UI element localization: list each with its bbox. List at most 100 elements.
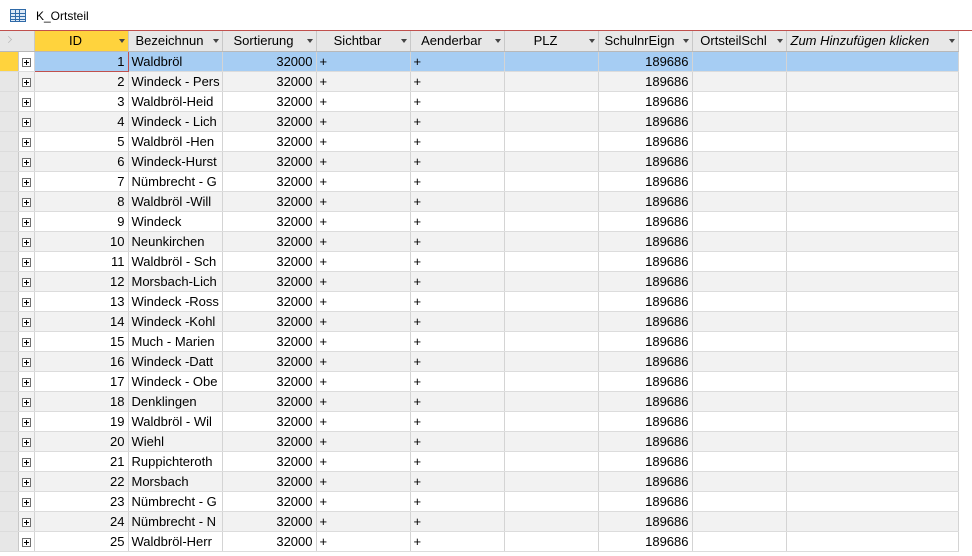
cell-plz[interactable]	[504, 111, 599, 132]
cell-plz[interactable]	[504, 491, 599, 512]
cell-schulnreign[interactable]: 189686	[598, 331, 693, 352]
cell-sichtbar[interactable]: +	[316, 391, 411, 412]
column-header-ortsteilschl[interactable]: OrtsteilSchl	[692, 31, 787, 52]
cell-schulnreign[interactable]: 189686	[598, 71, 693, 92]
cell-add-column[interactable]	[786, 511, 959, 532]
cell-aenderbar[interactable]: +	[410, 171, 505, 192]
cell-sortierung[interactable]: 32000	[222, 331, 317, 352]
cell-bezeichnung[interactable]: Neunkirchen	[128, 231, 223, 252]
cell-add-column[interactable]	[786, 91, 959, 112]
cell-sortierung[interactable]: 32000	[222, 51, 317, 72]
cell-ortsteilschl[interactable]	[692, 491, 787, 512]
expand-subdatasheet-button[interactable]	[18, 211, 35, 232]
cell-id[interactable]: 23	[34, 491, 129, 512]
cell-bezeichnung[interactable]: Morsbach	[128, 471, 223, 492]
cell-ortsteilschl[interactable]	[692, 91, 787, 112]
cell-sortierung[interactable]: 32000	[222, 431, 317, 452]
table-row[interactable]: 21 Ruppichteroth 32000 + +189686	[0, 451, 959, 472]
cell-sortierung[interactable]: 32000	[222, 91, 317, 112]
cell-aenderbar[interactable]: +	[410, 271, 505, 292]
cell-plz[interactable]	[504, 231, 599, 252]
cell-bezeichnung[interactable]: Windeck -Datt	[128, 351, 223, 372]
cell-id[interactable]: 1	[33, 50, 129, 72]
cell-add-column[interactable]	[786, 391, 959, 412]
cell-sortierung[interactable]: 32000	[222, 71, 317, 92]
cell-id[interactable]: 6	[34, 151, 129, 172]
table-row[interactable]: 18 Denklingen 32000 + +189686	[0, 391, 959, 412]
table-row[interactable]: 7 Nümbrecht - G 32000 + +189686	[0, 171, 959, 192]
column-header-sichtbar[interactable]: Sichtbar	[316, 31, 411, 52]
table-row[interactable]: 17 Windeck - Obe 32000 + +189686	[0, 371, 959, 392]
cell-add-column[interactable]	[786, 231, 959, 252]
cell-sichtbar[interactable]: +	[316, 231, 411, 252]
cell-sortierung[interactable]: 32000	[222, 351, 317, 372]
cell-add-column[interactable]	[786, 411, 959, 432]
cell-ortsteilschl[interactable]	[692, 131, 787, 152]
table-row[interactable]: 20 Wiehl 32000 + +189686	[0, 431, 959, 452]
cell-schulnreign[interactable]: 189686	[598, 51, 693, 72]
cell-bezeichnung[interactable]: Waldbröl-Herr	[128, 531, 223, 552]
cell-bezeichnung[interactable]: Windeck -Ross	[128, 291, 223, 312]
table-row[interactable]: 10 Neunkirchen 32000 + +189686	[0, 231, 959, 252]
chevron-down-icon[interactable]	[306, 39, 313, 43]
row-selector[interactable]	[0, 531, 19, 552]
table-row[interactable]: 4 Windeck - Lich 32000 + +189686	[0, 111, 959, 132]
cell-plz[interactable]	[504, 311, 599, 332]
cell-aenderbar[interactable]: +	[410, 191, 505, 212]
cell-add-column[interactable]	[786, 131, 959, 152]
chevron-down-icon[interactable]	[588, 39, 595, 43]
table-row[interactable]: 13 Windeck -Ross 32000 + +189686	[0, 291, 959, 312]
cell-schulnreign[interactable]: 189686	[598, 291, 693, 312]
expand-subdatasheet-button[interactable]	[18, 171, 35, 192]
cell-aenderbar[interactable]: +	[410, 51, 505, 72]
cell-add-column[interactable]	[786, 531, 959, 552]
cell-bezeichnung[interactable]: Waldbröl -Hen	[128, 131, 223, 152]
row-selector[interactable]	[0, 151, 19, 172]
chevron-down-icon[interactable]	[948, 39, 955, 43]
cell-bezeichnung[interactable]: Ruppichteroth	[128, 451, 223, 472]
cell-sichtbar[interactable]: +	[316, 51, 411, 72]
select-all-corner[interactable]	[0, 31, 35, 52]
cell-schulnreign[interactable]: 189686	[598, 311, 693, 332]
expand-subdatasheet-button[interactable]	[18, 91, 35, 112]
cell-sichtbar[interactable]: +	[316, 131, 411, 152]
cell-bezeichnung[interactable]: Windeck - Pers	[128, 71, 223, 92]
cell-plz[interactable]	[504, 191, 599, 212]
cell-sortierung[interactable]: 32000	[222, 451, 317, 472]
cell-bezeichnung[interactable]: Windeck-Hurst	[128, 151, 223, 172]
cell-sichtbar[interactable]: +	[316, 371, 411, 392]
cell-schulnreign[interactable]: 189686	[598, 191, 693, 212]
cell-sortierung[interactable]: 32000	[222, 291, 317, 312]
cell-id[interactable]: 7	[34, 171, 129, 192]
add-column-header[interactable]: Zum Hinzufügen klicken	[786, 31, 959, 52]
expand-subdatasheet-button[interactable]	[18, 311, 35, 332]
cell-sichtbar[interactable]: +	[316, 291, 411, 312]
cell-sichtbar[interactable]: +	[316, 171, 411, 192]
expand-subdatasheet-button[interactable]	[18, 131, 35, 152]
cell-id[interactable]: 25	[34, 531, 129, 552]
expand-subdatasheet-button[interactable]	[18, 491, 35, 512]
cell-bezeichnung[interactable]: Denklingen	[128, 391, 223, 412]
cell-ortsteilschl[interactable]	[692, 351, 787, 372]
cell-bezeichnung[interactable]: Nümbrecht - N	[128, 511, 223, 532]
cell-bezeichnung[interactable]: Waldbröl	[128, 51, 223, 72]
cell-schulnreign[interactable]: 189686	[598, 371, 693, 392]
cell-sichtbar[interactable]: +	[316, 311, 411, 332]
cell-add-column[interactable]	[786, 71, 959, 92]
cell-ortsteilschl[interactable]	[692, 331, 787, 352]
cell-aenderbar[interactable]: +	[410, 151, 505, 172]
cell-id[interactable]: 13	[34, 291, 129, 312]
cell-plz[interactable]	[504, 391, 599, 412]
cell-plz[interactable]	[504, 251, 599, 272]
cell-ortsteilschl[interactable]	[692, 371, 787, 392]
cell-aenderbar[interactable]: +	[410, 471, 505, 492]
cell-ortsteilschl[interactable]	[692, 111, 787, 132]
cell-id[interactable]: 3	[34, 91, 129, 112]
cell-aenderbar[interactable]: +	[410, 351, 505, 372]
cell-add-column[interactable]	[786, 291, 959, 312]
cell-schulnreign[interactable]: 189686	[598, 391, 693, 412]
cell-aenderbar[interactable]: +	[410, 431, 505, 452]
cell-aenderbar[interactable]: +	[410, 371, 505, 392]
cell-ortsteilschl[interactable]	[692, 211, 787, 232]
expand-subdatasheet-button[interactable]	[18, 471, 35, 492]
